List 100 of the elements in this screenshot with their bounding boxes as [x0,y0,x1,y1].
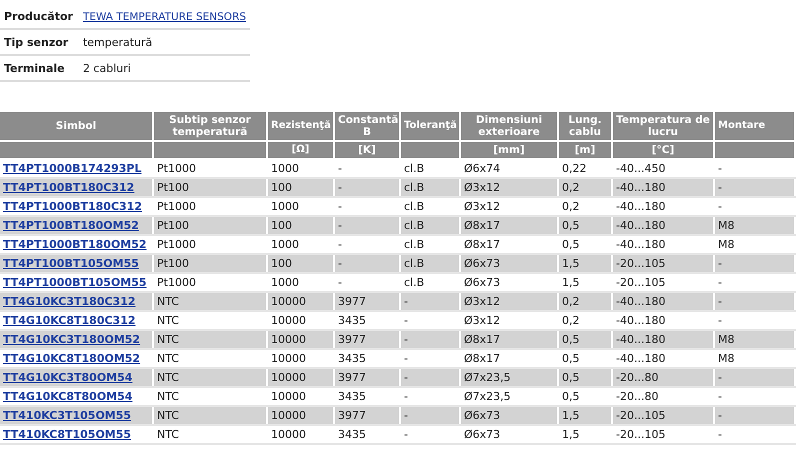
table-cell: 1000 [271,238,299,251]
product-link[interactable]: TT4PT1000BT105OM55 [3,276,147,289]
table-cell: 3977 [338,409,366,422]
table-cell: - [404,390,408,403]
table-cell: - [718,257,722,270]
table-cell: M8 [718,333,734,346]
table-cell: -20...105 [616,409,666,422]
product-link[interactable]: TT4PT100BT180C312 [3,181,134,194]
table-cell: 0,5 [562,333,580,346]
table-cell: 3435 [338,428,366,441]
table-cell: Pt1000 [157,162,196,175]
column-header: Lung. cablu [568,114,602,138]
unit-label: [m] [574,144,596,156]
table-cell: Ø6x73 [464,257,500,270]
product-link[interactable]: TT4G10KC3T180OM52 [3,333,140,346]
table-cell: 3977 [338,295,366,308]
manufacturer-link[interactable]: TEWA TEMPERATURE SENSORS [82,10,246,22]
table-cell: cl.B [404,257,424,270]
unit-label: [K] [358,144,376,156]
table-cell: - [404,295,408,308]
table-cell: Ø6x73 [464,276,500,289]
table-cell: -40...180 [616,295,666,308]
product-link[interactable]: TT4G10KC3T80OM54 [3,371,132,384]
product-link[interactable]: TT4PT100BT180OM52 [3,219,139,232]
table-cell: Ø3x12 [464,295,500,308]
table-cell: 0,2 [562,295,580,308]
product-link[interactable]: TT410KC8T105OM55 [3,428,132,441]
table-cell: Ø7x23,5 [464,371,511,384]
table-cell: 3435 [338,314,366,327]
table-cell: - [718,181,722,194]
product-link[interactable]: TT4PT1000BT180OM52 [3,238,147,251]
table-cell: 1,5 [562,276,580,289]
table-cell: -20...105 [616,257,666,270]
table-cell: 0,5 [562,352,580,365]
table-cell: 0,2 [562,314,580,327]
table-cell: Pt100 [157,257,189,270]
product-link[interactable]: TT4G10KC8T80OM54 [3,390,132,403]
table-cell: - [718,162,722,175]
product-link[interactable]: TT4G10KC8T180C312 [3,314,136,327]
table-cell: 0,5 [562,219,580,232]
table-cell: Ø6x73 [464,428,500,441]
unit-label: [mm] [493,144,525,156]
table-cell: 3977 [338,371,366,384]
column-header: Dimensiuni exterioare [476,114,542,138]
table-cell: 10000 [271,428,306,441]
table-cell: - [338,276,342,289]
table-cell: 10000 [271,409,306,422]
table-cell: - [404,371,408,384]
table-cell: Pt1000 [157,238,196,251]
table-cell: - [718,276,722,289]
product-link[interactable]: TT4G10KC3T180C312 [3,295,136,308]
table-cell: - [338,200,342,213]
table-cell: cl.B [404,162,424,175]
table-cell: M8 [718,352,734,365]
table-cell: cl.B [404,181,424,194]
table-cell: M8 [718,219,734,232]
table-cell: - [404,352,408,365]
table-cell: - [404,333,408,346]
table-cell: -40...180 [616,181,666,194]
table-cell: 0,5 [562,390,580,403]
column-header: Temperatura de lucru [616,114,710,138]
table-cell: - [338,162,342,175]
table-cell: - [338,238,342,251]
table-cell: M8 [718,238,734,251]
table-cell: 100 [271,257,292,270]
column-header: Subtip senzor temperatură [169,114,251,138]
table-cell: 10000 [271,371,306,384]
table-cell: NTC [157,333,179,346]
table-cell: 10000 [271,295,306,308]
table-cell: NTC [157,352,179,365]
table-cell: NTC [157,295,179,308]
table-cell: 0,5 [562,371,580,384]
unit-label: [°C] [652,144,674,156]
table-cell: NTC [157,409,179,422]
field-value: temperatură [82,36,152,48]
product-link[interactable]: TT410KC3T105OM55 [3,409,132,422]
table-cell: 1000 [271,162,299,175]
table-cell: 3977 [338,333,366,346]
table-cell: Ø3x12 [464,200,500,213]
table-cell: - [404,428,408,441]
product-link[interactable]: TT4PT100BT105OM55 [3,257,139,270]
table-cell: Pt1000 [157,276,196,289]
column-header: Simbol [56,120,96,132]
unit-label: [Ω] [292,144,310,155]
table-cell: NTC [157,390,179,403]
table-cell: -40...180 [616,200,666,213]
table-cell: - [718,371,722,384]
product-link[interactable]: TT4PT1000B174293PL [3,162,142,175]
table-cell: cl.B [404,219,424,232]
product-link[interactable]: TT4G10KC8T180OM52 [3,352,140,365]
table-cell: 10000 [271,314,306,327]
product-link[interactable]: TT4PT1000BT180C312 [3,200,142,213]
table-cell: -40...180 [616,333,666,346]
table-cell: Pt100 [157,219,189,232]
table-cell: Ø3x12 [464,181,500,194]
table-cell: NTC [157,371,179,384]
table-cell: -40...180 [616,314,666,327]
table-cell: 0,5 [562,238,580,251]
table-cell: - [718,314,722,327]
table-cell: cl.B [404,200,424,213]
